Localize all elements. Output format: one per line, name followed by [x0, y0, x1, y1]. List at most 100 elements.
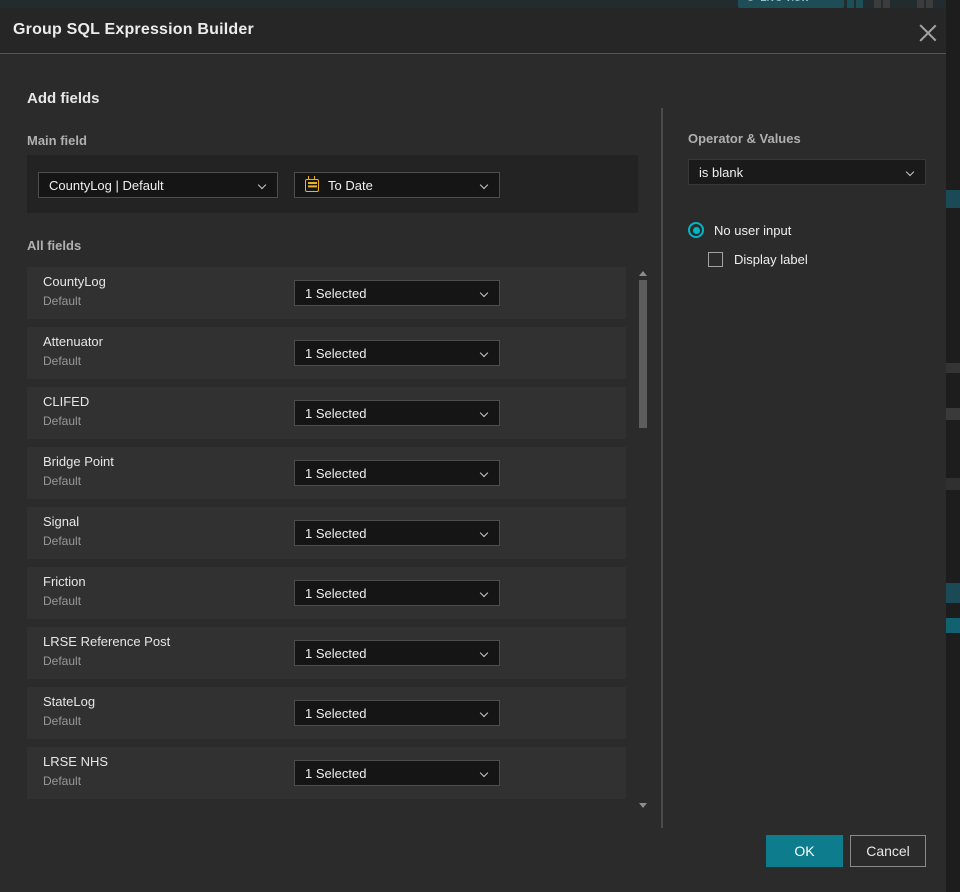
- field-name: Friction: [43, 574, 86, 589]
- all-fields-heading: All fields: [27, 238, 82, 253]
- chevron-down-icon: [480, 289, 489, 298]
- close-icon[interactable]: [919, 22, 937, 40]
- field-name: Bridge Point: [43, 454, 114, 469]
- field-selection-select[interactable]: 1 Selected: [294, 700, 500, 726]
- chevron-down-icon: [480, 181, 489, 190]
- field-sublabel: Default: [43, 414, 82, 428]
- field-selection-select[interactable]: 1 Selected: [294, 400, 500, 426]
- field-selection-select[interactable]: 1 Selected: [294, 460, 500, 486]
- field-sublabel: Default: [43, 654, 82, 668]
- main-field-select[interactable]: CountyLog | Default: [38, 172, 278, 198]
- no-user-input-radio[interactable]: No user input: [688, 222, 791, 238]
- field-row: LRSE NHS Default 1 Selected: [27, 747, 626, 799]
- field-selection-value: 1 Selected: [305, 285, 367, 301]
- field-row: Attenuator Default 1 Selected: [27, 327, 626, 379]
- chevron-down-icon: [258, 181, 267, 190]
- background-accent-block: [946, 190, 960, 208]
- chevron-down-icon: [480, 409, 489, 418]
- background-accent-block: [946, 618, 960, 633]
- field-sublabel: Default: [43, 354, 82, 368]
- field-name: Signal: [43, 514, 80, 529]
- group-sql-expression-builder-dialog: Group SQL Expression Builder Add fields …: [0, 8, 946, 892]
- scrollbar-down-arrow-icon[interactable]: [639, 803, 647, 808]
- field-row: LRSE Reference Post Default 1 Selected: [27, 627, 626, 679]
- operator-values-heading: Operator & Values: [688, 131, 801, 146]
- field-selection-select[interactable]: 1 Selected: [294, 340, 500, 366]
- field-selection-value: 1 Selected: [305, 405, 367, 421]
- background-block: [946, 363, 960, 373]
- cancel-button[interactable]: Cancel: [850, 835, 926, 867]
- field-sublabel: Default: [43, 534, 82, 548]
- background-block: [946, 478, 960, 490]
- live-view-dot-icon: [747, 0, 754, 1]
- field-row: StateLog Default 1 Selected: [27, 687, 626, 739]
- field-selection-value: 1 Selected: [305, 645, 367, 661]
- chevron-down-icon: [480, 469, 489, 478]
- field-row: Bridge Point Default 1 Selected: [27, 447, 626, 499]
- panel-divider: [661, 108, 663, 828]
- chevron-down-icon: [480, 769, 489, 778]
- main-field-heading: Main field: [27, 133, 87, 148]
- field-selection-value: 1 Selected: [305, 525, 367, 541]
- field-selection-value: 1 Selected: [305, 585, 367, 601]
- field-sublabel: Default: [43, 474, 82, 488]
- chevron-down-icon: [906, 168, 915, 177]
- radio-label: No user input: [714, 222, 792, 238]
- field-row: Friction Default 1 Selected: [27, 567, 626, 619]
- add-fields-heading: Add fields: [27, 90, 100, 107]
- all-fields-list: CountyLog Default 1 Selected Attenuator …: [27, 267, 626, 807]
- background-toolbar: Live view: [0, 0, 960, 8]
- toolbar-pause-bar-icon: [847, 0, 854, 8]
- operator-select[interactable]: is blank: [688, 159, 926, 185]
- background-accent-block: [946, 583, 960, 603]
- field-row: Signal Default 1 Selected: [27, 507, 626, 559]
- field-name: CLIFED: [43, 394, 90, 409]
- main-field-panel: CountyLog | Default To Date: [27, 155, 638, 213]
- toolbar-pause-bar-icon: [926, 0, 933, 8]
- calendar-icon: [305, 175, 319, 192]
- toolbar-pause-bar-icon: [874, 0, 881, 8]
- field-selection-select[interactable]: 1 Selected: [294, 580, 500, 606]
- field-selection-value: 1 Selected: [305, 765, 367, 781]
- main-field-date-select[interactable]: To Date: [294, 172, 500, 198]
- field-name: LRSE NHS: [43, 754, 109, 769]
- field-selection-value: 1 Selected: [305, 465, 367, 481]
- dialog-header: Group SQL Expression Builder: [0, 8, 946, 54]
- field-selection-select[interactable]: 1 Selected: [294, 280, 500, 306]
- chevron-down-icon: [480, 589, 489, 598]
- main-field-select-value: CountyLog | Default: [49, 177, 164, 193]
- checkbox-label: Display label: [734, 252, 808, 267]
- field-name: CountyLog: [43, 274, 106, 289]
- field-name: StateLog: [43, 694, 96, 709]
- chevron-down-icon: [480, 709, 489, 718]
- background-app-strip: [946, 0, 960, 892]
- scrollbar-thumb[interactable]: [639, 280, 647, 428]
- field-sublabel: Default: [43, 594, 82, 608]
- field-sublabel: Default: [43, 714, 82, 728]
- field-row: CLIFED Default 1 Selected: [27, 387, 626, 439]
- field-sublabel: Default: [43, 774, 82, 788]
- field-selection-select[interactable]: 1 Selected: [294, 760, 500, 786]
- field-selection-value: 1 Selected: [305, 345, 367, 361]
- toolbar-pause-bar-icon: [856, 0, 863, 8]
- chevron-down-icon: [480, 529, 489, 538]
- field-name: LRSE Reference Post: [43, 634, 171, 649]
- field-row: CountyLog Default 1 Selected: [27, 267, 626, 319]
- radio-selected-icon: [688, 222, 704, 238]
- dialog-title: Group SQL Expression Builder: [13, 21, 254, 38]
- ok-button[interactable]: OK: [766, 835, 843, 867]
- checkbox-unchecked-icon: [708, 252, 723, 267]
- toolbar-pause-bar-icon: [917, 0, 924, 8]
- field-selection-select[interactable]: 1 Selected: [294, 640, 500, 666]
- scrollbar-up-arrow-icon[interactable]: [639, 271, 647, 276]
- field-sublabel: Default: [43, 294, 82, 308]
- chevron-down-icon: [480, 649, 489, 658]
- display-label-checkbox[interactable]: Display label: [708, 252, 808, 267]
- field-name: Attenuator: [43, 334, 103, 349]
- field-selection-value: 1 Selected: [305, 705, 367, 721]
- background-block: [946, 408, 960, 420]
- live-view-label: Live view: [760, 0, 809, 4]
- toolbar-pause-bar-icon: [883, 0, 890, 8]
- live-view-button: Live view: [738, 0, 844, 8]
- field-selection-select[interactable]: 1 Selected: [294, 520, 500, 546]
